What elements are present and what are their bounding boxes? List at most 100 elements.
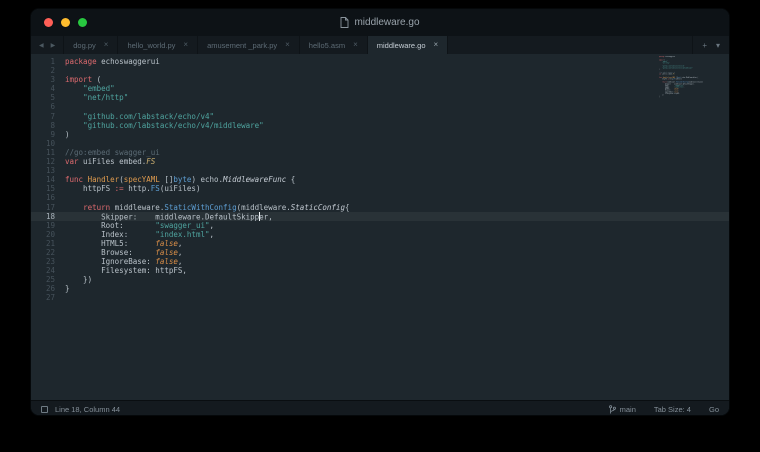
line-number: 16 bbox=[31, 193, 55, 202]
language-indicator[interactable]: Go bbox=[709, 405, 719, 414]
line-number: 1 bbox=[31, 57, 55, 66]
status-bar: Line 18, Column 44 main Tab Size: 4 Go bbox=[31, 400, 729, 416]
line-number: 25 bbox=[31, 275, 55, 284]
code-text: Filesystem: httpFS, bbox=[55, 266, 187, 275]
code-text: Root: "swagger_ui", bbox=[55, 221, 214, 230]
code-line[interactable]: 23 IgnoreBase: false, bbox=[31, 257, 729, 266]
code-text: "embed" bbox=[55, 84, 115, 93]
code-line[interactable]: 26} bbox=[31, 284, 729, 293]
desktop-background: middleware.go ◀ ▶ dog.py × hello_world.py ×… bbox=[0, 0, 760, 452]
code-line[interactable]: 6 bbox=[31, 102, 729, 111]
zoom-window-button[interactable] bbox=[78, 18, 87, 27]
code-text: "net/http" bbox=[55, 93, 128, 102]
code-line[interactable]: 16 bbox=[31, 193, 729, 202]
tab-close-icon[interactable]: × bbox=[434, 41, 439, 49]
close-window-button[interactable] bbox=[44, 18, 53, 27]
code-text: "github.com/labstack/echo/v4/middleware" bbox=[55, 121, 264, 130]
cursor-position-indicator[interactable]: Line 18, Column 44 bbox=[55, 405, 120, 414]
code-line[interactable]: 4 "embed" bbox=[31, 84, 729, 93]
tab-list-dropdown-button[interactable]: ▾ bbox=[716, 41, 720, 50]
line-number: 8 bbox=[31, 121, 55, 130]
tab-close-icon[interactable]: × bbox=[353, 41, 358, 49]
line-number: 15 bbox=[31, 184, 55, 193]
code-line[interactable]: 18 Skipper: middleware.DefaultSkipper, bbox=[31, 212, 729, 221]
minimap-content: package echoswaggeruiimport ( "embed" "n… bbox=[659, 56, 703, 99]
code-text: func Handler(specYAML []byte) echo.Middl… bbox=[55, 175, 295, 184]
code-text: }) bbox=[55, 275, 92, 284]
line-number: 27 bbox=[31, 293, 55, 302]
tab-label: hello_world.py bbox=[127, 41, 175, 50]
code-line[interactable]: 20 Index: "index.html", bbox=[31, 230, 729, 239]
tab-strip: dog.py×hello_world.py×amusement _park.py… bbox=[64, 36, 692, 54]
code-line[interactable]: 21 HTML5: false, bbox=[31, 239, 729, 248]
code-text: Browse: false, bbox=[55, 248, 182, 257]
code-line[interactable]: 10 bbox=[31, 139, 729, 148]
tab-close-icon[interactable]: × bbox=[183, 41, 188, 49]
code-line[interactable]: 7 "github.com/labstack/echo/v4" bbox=[31, 112, 729, 121]
line-number: 14 bbox=[31, 175, 55, 184]
line-number: 17 bbox=[31, 203, 55, 212]
code-line[interactable]: 8 "github.com/labstack/echo/v4/middlewar… bbox=[31, 121, 729, 130]
line-number: 3 bbox=[31, 75, 55, 84]
tab-amusement-park-py[interactable]: amusement _park.py× bbox=[198, 36, 300, 54]
new-tab-button[interactable]: + bbox=[702, 41, 707, 50]
line-number: 7 bbox=[31, 112, 55, 121]
history-back-icon[interactable]: ◀ bbox=[39, 42, 44, 49]
git-branch-indicator[interactable]: main bbox=[609, 405, 636, 414]
line-number: 10 bbox=[31, 139, 55, 148]
tab-dog-py[interactable]: dog.py × bbox=[64, 36, 118, 54]
code-line[interactable]: 11//go:embed swagger_ui bbox=[31, 148, 729, 157]
title-bar: middleware.go bbox=[31, 9, 729, 36]
code-text: Index: "index.html", bbox=[55, 230, 214, 239]
code-text bbox=[55, 293, 65, 302]
traffic-lights bbox=[44, 9, 87, 36]
code-line[interactable]: 25 }) bbox=[31, 275, 729, 284]
tab-size-indicator[interactable]: Tab Size: 4 bbox=[654, 405, 691, 414]
minimize-window-button[interactable] bbox=[61, 18, 70, 27]
tab-close-icon[interactable]: × bbox=[285, 41, 290, 49]
code-line[interactable]: 22 Browse: false, bbox=[31, 248, 729, 257]
line-number: 5 bbox=[31, 93, 55, 102]
code-line[interactable]: 12var uiFiles embed.FS bbox=[31, 157, 729, 166]
line-number: 4 bbox=[31, 84, 55, 93]
code-text: Skipper: middleware.DefaultSkipper, bbox=[55, 212, 273, 221]
diagnostics-icon[interactable] bbox=[41, 406, 48, 413]
code-line[interactable]: 27 bbox=[31, 293, 729, 302]
code-line[interactable]: 17 return middleware.StaticWithConfig(mi… bbox=[31, 203, 729, 212]
git-branch-label: main bbox=[620, 405, 636, 414]
tab-bar: ◀ ▶ dog.py×hello_world.py×amusement _par… bbox=[31, 36, 729, 54]
code-editor[interactable]: 1package echoswaggerui23import (4 "embed… bbox=[31, 54, 729, 400]
history-forward-icon[interactable]: ▶ bbox=[51, 42, 56, 49]
code-line[interactable]: 2 bbox=[31, 66, 729, 75]
code-lines: 1package echoswaggerui23import (4 "embed… bbox=[31, 57, 729, 303]
line-number: 19 bbox=[31, 221, 55, 230]
code-line[interactable]: 13 bbox=[31, 166, 729, 175]
code-text: //go:embed swagger_ui bbox=[55, 148, 160, 157]
code-line[interactable]: 19 Root: "swagger_ui", bbox=[31, 221, 729, 230]
code-line[interactable]: 24 Filesystem: httpFS, bbox=[31, 266, 729, 275]
line-number: 11 bbox=[31, 148, 55, 157]
line-number: 26 bbox=[31, 284, 55, 293]
window-title: middleware.go bbox=[354, 17, 419, 28]
tab-label: dog.py bbox=[73, 41, 96, 50]
code-line[interactable]: 14func Handler(specYAML []byte) echo.Mid… bbox=[31, 175, 729, 184]
line-number: 9 bbox=[31, 130, 55, 139]
code-text bbox=[55, 102, 65, 111]
line-number: 2 bbox=[31, 66, 55, 75]
minimap[interactable]: package echoswaggeruiimport ( "embed" "n… bbox=[659, 56, 703, 120]
tab-close-icon[interactable]: × bbox=[104, 41, 109, 49]
git-branch-icon bbox=[609, 405, 616, 414]
line-number: 6 bbox=[31, 102, 55, 111]
tab-hello5-asm[interactable]: hello5.asm× bbox=[300, 36, 368, 54]
code-line[interactable]: 5 "net/http" bbox=[31, 93, 729, 102]
code-line[interactable]: 15 httpFS := http.FS(uiFiles) bbox=[31, 184, 729, 193]
code-line[interactable]: 3import ( bbox=[31, 75, 729, 84]
file-icon bbox=[340, 17, 349, 28]
tab-middleware-go[interactable]: middleware.go × bbox=[368, 36, 448, 54]
code-line[interactable]: 1package echoswaggerui bbox=[31, 57, 729, 66]
code-line[interactable]: 9) bbox=[31, 130, 729, 139]
tab-label: middleware.go bbox=[377, 41, 426, 50]
tab-hello-world-py[interactable]: hello_world.py × bbox=[118, 36, 198, 54]
code-text: httpFS := http.FS(uiFiles) bbox=[55, 184, 200, 193]
line-number: 13 bbox=[31, 166, 55, 175]
